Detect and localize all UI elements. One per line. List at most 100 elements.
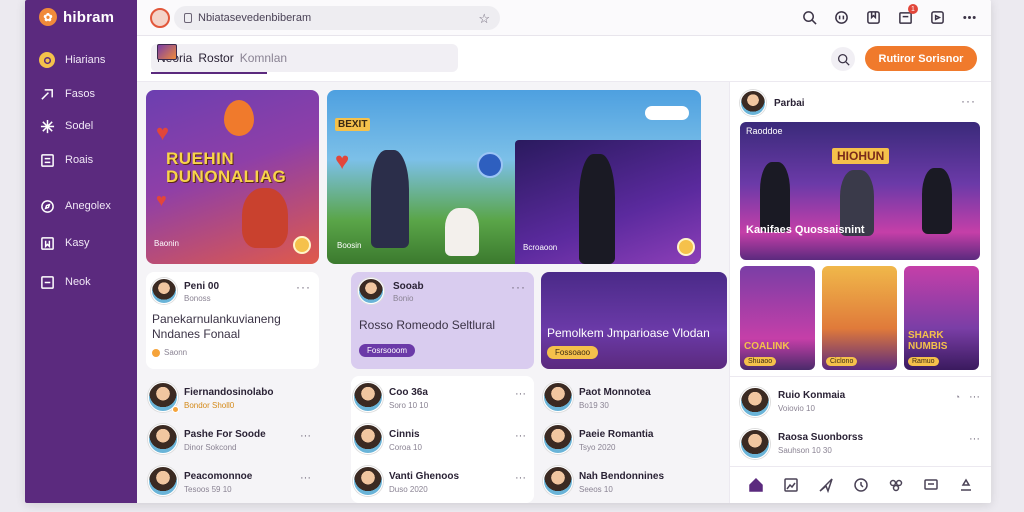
more-icon[interactable]: ···	[969, 433, 980, 445]
list-item-name: Paot Monnotea	[579, 387, 651, 398]
chat-bubble-icon[interactable]	[922, 476, 940, 494]
list-item[interactable]: Peacomonnoe Tesoos 59 10 ···	[146, 460, 319, 500]
more-icon[interactable]: ···	[515, 388, 526, 400]
post-card-featured[interactable]: Pemolkem Jmparioase Vlodan Fossoaoo	[541, 272, 727, 369]
sidebar-item-kasy[interactable]: Kasy	[39, 235, 89, 251]
post-card[interactable]: Sooab Bonio ··· Rosso Romeodo Seltlural …	[351, 272, 534, 369]
sidebar-item-fasos[interactable]: Fasos	[39, 86, 95, 102]
toolbar-icons: 1	[801, 4, 977, 25]
clock-icon[interactable]	[852, 476, 870, 494]
bookmark-icon	[39, 235, 55, 251]
sidebar-item-hiarians[interactable]: Hiarians	[39, 52, 105, 68]
avatar[interactable]	[358, 278, 384, 304]
more-icon[interactable]	[961, 9, 977, 25]
brand-name: hibram	[63, 8, 115, 26]
thumbnail-title: COALINK	[744, 341, 790, 352]
more-icon[interactable]: ···	[515, 472, 526, 484]
brand[interactable]: ✿ hibram	[39, 8, 114, 26]
brand-logo-icon: ✿	[39, 8, 57, 26]
sidebar-item-roais[interactable]: Roais	[39, 152, 93, 168]
sidebar: ✿ hibram Hiarians Fasos Sodel Roais Aneg…	[25, 0, 137, 503]
star-icon[interactable]: ☆	[478, 11, 490, 27]
search-icon[interactable]	[801, 9, 817, 25]
sidebar-item-label: Kasy	[65, 237, 90, 249]
list-item-sub: Coroa 10	[389, 443, 422, 452]
list-item[interactable]: Fiernandosinolabo Bondor Sholl0	[146, 376, 319, 416]
active-tab[interactable]: Neoria Rostor Komnlan	[151, 44, 458, 74]
list-item-sub: Dinor Sokcond	[184, 443, 237, 452]
list-item[interactable]: Vanti Ghenoos Duso 2020 ···	[351, 460, 534, 500]
thumbnail-card[interactable]: Ciclono	[822, 266, 897, 370]
tab-muted-label: Komnlan	[239, 51, 288, 65]
list-item-name: Paeie Romantia	[579, 429, 654, 440]
home-icon[interactable]	[747, 476, 765, 494]
avatar	[740, 429, 770, 459]
list-item[interactable]: Nah Bendonnines Seeos 10	[541, 460, 727, 500]
thumbnail-card[interactable]: COALINK Shuaoo	[740, 266, 815, 370]
thumbnail-chip: Ramuo	[908, 357, 939, 366]
more-icon[interactable]: ···	[511, 280, 526, 294]
more-icon[interactable]: ···	[300, 472, 311, 484]
list-item[interactable]: Ruio Konmaia Voiovio 10 ◔ ···	[740, 381, 984, 421]
sparkle-icon	[39, 118, 55, 134]
search-icon	[837, 53, 850, 66]
book-icon[interactable]	[865, 9, 881, 25]
hero-tag: BEXIT	[335, 118, 371, 131]
more-icon[interactable]: ···	[515, 430, 526, 442]
image-icon[interactable]	[782, 476, 800, 494]
banner-text: Kanifaes Quossaisnint	[746, 224, 865, 236]
post-card[interactable]: Peni 00 Bonoss ··· Panekarnulankuvianeng…	[146, 272, 319, 369]
list-item[interactable]: Paeie Romantia Tsyo 2020	[541, 418, 727, 458]
list-item[interactable]: Paot Monnotea Bo19 30	[541, 376, 727, 416]
list-item[interactable]: Coo 36a Soro 10 10 ···	[351, 376, 534, 416]
hero-card-main[interactable]: BEXIT ♥ Boosin Bcroaoon	[327, 90, 701, 264]
more-icon[interactable]: ···	[961, 94, 976, 108]
chat-icon[interactable]	[833, 9, 849, 25]
thumbnail-chip: Ciclono	[826, 357, 858, 366]
url-bar[interactable]: Nbiatasevedenbiberam ☆	[174, 6, 500, 30]
more-icon[interactable]: ···	[969, 391, 980, 403]
list-item[interactable]: Cinnis Coroa 10 ···	[351, 418, 534, 458]
cta-button[interactable]: Rutiror Sorisnor	[865, 46, 977, 71]
sidebar-item-neok[interactable]: Neok	[39, 274, 91, 290]
post-chip[interactable]: Fossoaoo	[547, 346, 599, 359]
list-item-sub: Voiovio 10	[778, 404, 815, 413]
balloon-icon	[224, 100, 254, 136]
profile-icon[interactable]	[957, 476, 975, 494]
group-icon[interactable]	[887, 476, 905, 494]
url-text: Nbiatasevedenbiberam	[198, 12, 312, 24]
site-logo-icon[interactable]	[150, 8, 170, 28]
hero-caption: Boosin	[337, 241, 362, 250]
bell-icon[interactable]: ◔	[955, 392, 960, 402]
post-chip[interactable]: Fosrsooom	[359, 344, 416, 357]
sidebar-item-sodel[interactable]: Sodel	[39, 118, 93, 134]
featured-banner[interactable]: Raoddoe HIOHUN Kanifaes Quossaisnint	[740, 122, 980, 260]
thumbnail-chip: Shuaoo	[744, 357, 777, 366]
post-meta-label: Saonn	[164, 348, 188, 357]
heart-icon: ♥	[156, 120, 170, 145]
browser-toolbar: Nbiatasevedenbiberam ☆ 1	[137, 0, 991, 36]
search-button[interactable]	[831, 47, 855, 71]
download-icon[interactable]	[929, 9, 945, 25]
avatar	[740, 387, 770, 417]
send-icon[interactable]	[817, 476, 835, 494]
notification-icon[interactable]: 1	[897, 4, 918, 25]
sidebar-item-anegolex[interactable]: Anegolex	[39, 198, 111, 214]
list-item-name: Cinnis	[389, 429, 420, 440]
avatar[interactable]	[151, 278, 177, 304]
list-item[interactable]: Pashe For Soode Dinor Sokcond ···	[146, 418, 319, 458]
person-figure	[371, 150, 409, 248]
hero-card-left[interactable]: ♥ ♥ RUEHIN DUNONALIAG Baonin	[146, 90, 319, 264]
thumbnail-card[interactable]: SHARK NUMBIS Ramuo	[904, 266, 979, 370]
list-item-sub: Tsyo 2020	[579, 443, 616, 452]
post-author: Peni 00	[184, 281, 220, 292]
bottom-nav	[730, 466, 991, 503]
more-icon[interactable]: ···	[300, 430, 311, 442]
post-meta: Saonn	[152, 348, 187, 357]
avatar[interactable]	[740, 90, 766, 116]
list-item[interactable]: Raosa Suonborss Sauhson 10 30 ···	[740, 423, 984, 463]
list-item-sub: Soro 10 10	[389, 401, 429, 410]
sidebar-item-label: Roais	[65, 154, 94, 166]
more-icon[interactable]: ···	[296, 280, 311, 294]
tab-underline	[151, 72, 267, 74]
